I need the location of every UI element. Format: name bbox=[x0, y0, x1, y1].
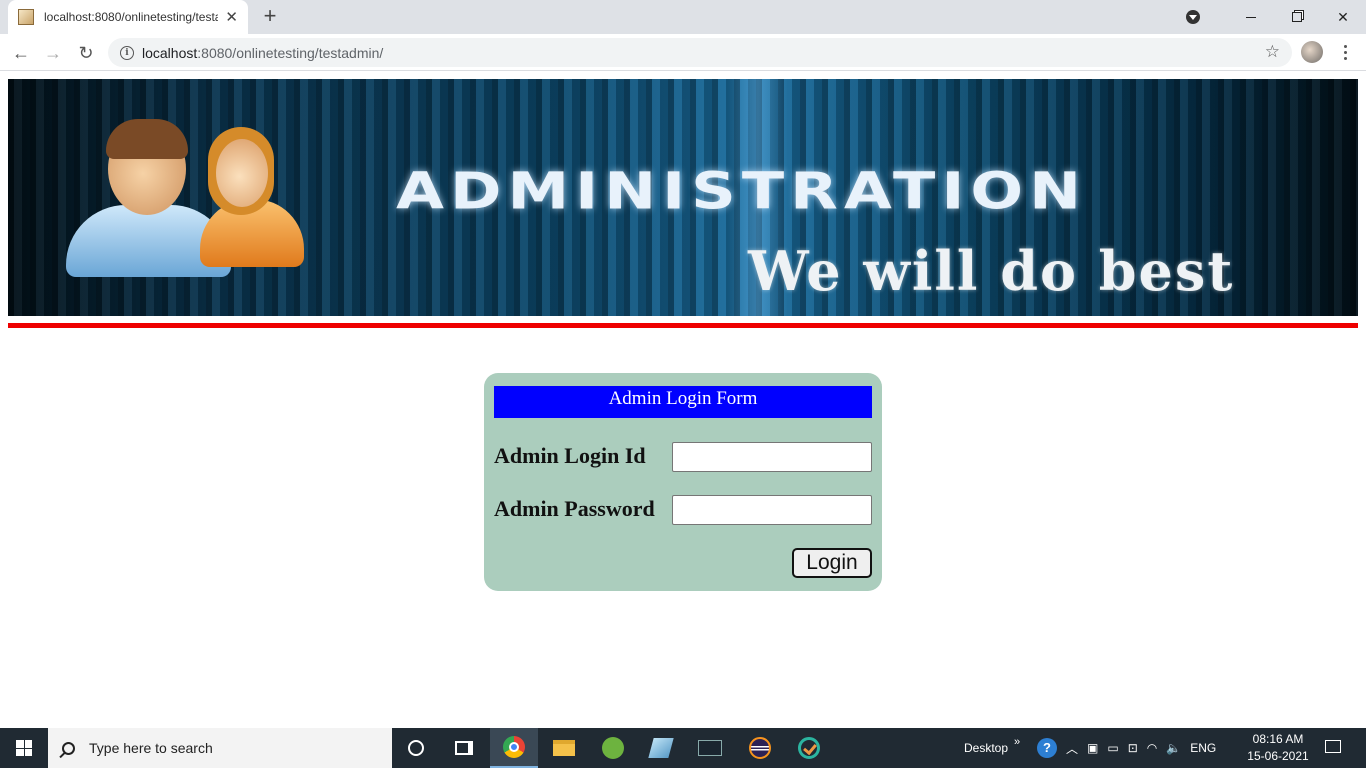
eclipse-icon bbox=[749, 737, 771, 759]
meet-now-icon[interactable]: ▣ bbox=[1087, 741, 1098, 755]
taskbar-search-box[interactable]: Type here to search bbox=[48, 728, 392, 768]
admin-login-form: Admin Login Form Admin Login Id Admin Pa… bbox=[484, 373, 882, 591]
password-input[interactable] bbox=[672, 495, 872, 525]
taskbar-eclipse[interactable] bbox=[736, 728, 784, 768]
volume-icon[interactable]: 🔈 bbox=[1166, 741, 1181, 755]
clock-date: 15-06-2021 bbox=[1247, 749, 1309, 763]
close-window-button[interactable]: ✕ bbox=[1320, 0, 1366, 34]
password-label: Admin Password bbox=[494, 496, 655, 521]
notifications-icon[interactable] bbox=[1325, 740, 1341, 753]
banner-tagline: We will do best bbox=[748, 239, 1235, 303]
taskbar-mysql[interactable] bbox=[686, 728, 734, 768]
admin-banner-image: ADMINISTRATION We will do best bbox=[8, 79, 1358, 316]
bookmark-star-icon[interactable]: ☆ bbox=[1265, 42, 1280, 62]
url-path: :8080/onlinetesting/testadmin/ bbox=[197, 44, 384, 61]
check-app-icon bbox=[798, 737, 820, 759]
desktop-toolbar[interactable]: Desktop » bbox=[964, 728, 1020, 768]
restore-button[interactable] bbox=[1274, 0, 1320, 34]
taskbar-search-placeholder: Type here to search bbox=[89, 740, 213, 756]
forward-arrow-icon[interactable]: → bbox=[40, 40, 66, 66]
taskbar-chrome[interactable] bbox=[490, 728, 538, 768]
chrome-icon bbox=[503, 736, 525, 758]
taskbar-editor[interactable] bbox=[637, 728, 685, 768]
taskbar-clock[interactable]: 08:16 AM 15-06-2021 bbox=[1240, 731, 1316, 765]
chevron-right-icon[interactable]: » bbox=[1014, 736, 1020, 748]
tab-title: localhost:8080/onlinetesting/testadmin/ bbox=[44, 10, 218, 24]
taskbar-spring-tool[interactable] bbox=[589, 728, 637, 768]
new-tab-button[interactable]: + bbox=[258, 5, 282, 29]
task-view-button[interactable] bbox=[440, 728, 488, 768]
start-button[interactable] bbox=[0, 728, 48, 768]
login-form-heading: Admin Login Form bbox=[494, 386, 872, 418]
system-tray: ? ︿ ▣ ▭ ⊡ ◠ 🔈 ENG bbox=[1037, 728, 1216, 768]
editor-icon bbox=[648, 738, 674, 758]
wifi-icon[interactable]: ◠ bbox=[1147, 741, 1157, 755]
clock-time: 08:16 AM bbox=[1252, 732, 1304, 746]
minimize-icon bbox=[1246, 16, 1256, 18]
language-indicator[interactable]: ENG bbox=[1190, 741, 1216, 755]
login-button[interactable]: Login bbox=[792, 548, 872, 578]
cortana-button[interactable] bbox=[392, 728, 440, 768]
network-alert-icon[interactable]: ⊡ bbox=[1128, 741, 1138, 755]
back-arrow-icon[interactable]: ← bbox=[8, 40, 34, 66]
taskbar-app-check[interactable] bbox=[785, 728, 833, 768]
admin-female-figure bbox=[196, 127, 306, 269]
site-info-icon[interactable]: i bbox=[120, 45, 134, 60]
windows-logo-icon bbox=[16, 740, 32, 756]
login-id-label: Admin Login Id bbox=[494, 443, 646, 468]
taskbar-file-explorer[interactable] bbox=[540, 728, 588, 768]
chevron-up-icon[interactable]: ︿ bbox=[1066, 740, 1078, 757]
banner-title: ADMINISTRATION bbox=[396, 161, 1087, 221]
address-bar[interactable]: i localhost:8080/onlinetesting/testadmin… bbox=[108, 38, 1292, 67]
search-icon bbox=[62, 741, 75, 755]
cortana-icon bbox=[408, 740, 424, 756]
browser-tab[interactable]: localhost:8080/onlinetesting/testadmin/ … bbox=[8, 0, 248, 34]
url-text[interactable]: localhost:8080/onlinetesting/testadmin/ bbox=[142, 45, 383, 61]
help-icon[interactable]: ? bbox=[1037, 738, 1057, 758]
battery-icon[interactable]: ▭ bbox=[1107, 741, 1118, 755]
tab-search-icon[interactable] bbox=[1186, 10, 1200, 24]
desktop-toolbar-label: Desktop bbox=[964, 741, 1009, 755]
page-favicon-icon bbox=[18, 9, 34, 25]
mysql-icon bbox=[698, 740, 722, 756]
restore-icon bbox=[1292, 12, 1302, 22]
folder-icon bbox=[553, 740, 575, 756]
task-view-icon bbox=[455, 741, 473, 755]
spring-leaf-icon bbox=[602, 737, 624, 759]
close-tab-icon[interactable]: ✕ bbox=[225, 10, 238, 25]
url-host: localhost bbox=[142, 44, 198, 61]
reload-icon[interactable]: ↻ bbox=[73, 40, 99, 66]
window-controls: ✕ bbox=[1186, 0, 1366, 34]
browser-menu-icon[interactable] bbox=[1340, 41, 1350, 63]
browser-tabstrip: localhost:8080/onlinetesting/testadmin/ … bbox=[0, 0, 1366, 34]
browser-toolbar: ← → ↻ i localhost:8080/onlinetesting/tes… bbox=[0, 34, 1366, 71]
login-id-input[interactable] bbox=[672, 442, 872, 472]
minimize-button[interactable] bbox=[1228, 0, 1274, 34]
header-divider bbox=[8, 323, 1358, 328]
profile-avatar[interactable] bbox=[1301, 41, 1323, 63]
windows-taskbar: Type here to search Desktop » ? ︿ ▣ ▭ ⊡ … bbox=[0, 728, 1366, 768]
